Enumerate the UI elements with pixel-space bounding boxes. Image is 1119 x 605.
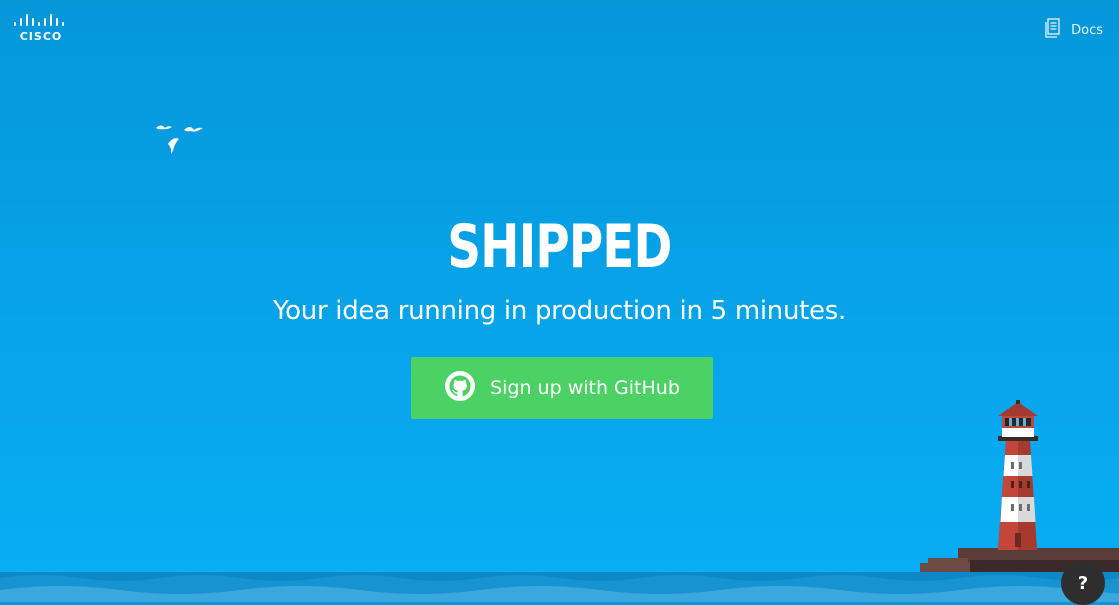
birds-illustration bbox=[156, 125, 203, 154]
docs-label: Docs bbox=[1071, 22, 1103, 38]
lighthouse-illustration bbox=[920, 400, 1119, 575]
help-button[interactable]: ? bbox=[1061, 561, 1105, 605]
docs-link[interactable]: Docs bbox=[1045, 18, 1103, 42]
github-icon bbox=[444, 370, 476, 407]
sea-waves bbox=[0, 572, 1119, 602]
hero-tagline: Your idea running in production in 5 min… bbox=[273, 296, 846, 326]
cisco-logo-bars bbox=[14, 14, 68, 26]
page-title: SHIPPED bbox=[447, 212, 672, 282]
signup-github-button[interactable]: Sign up with GitHub bbox=[411, 357, 713, 419]
cisco-logo[interactable]: CISCO bbox=[14, 14, 68, 46]
signup-label: Sign up with GitHub bbox=[490, 377, 680, 399]
cisco-logo-text: CISCO bbox=[19, 30, 63, 43]
document-icon bbox=[1045, 18, 1061, 42]
